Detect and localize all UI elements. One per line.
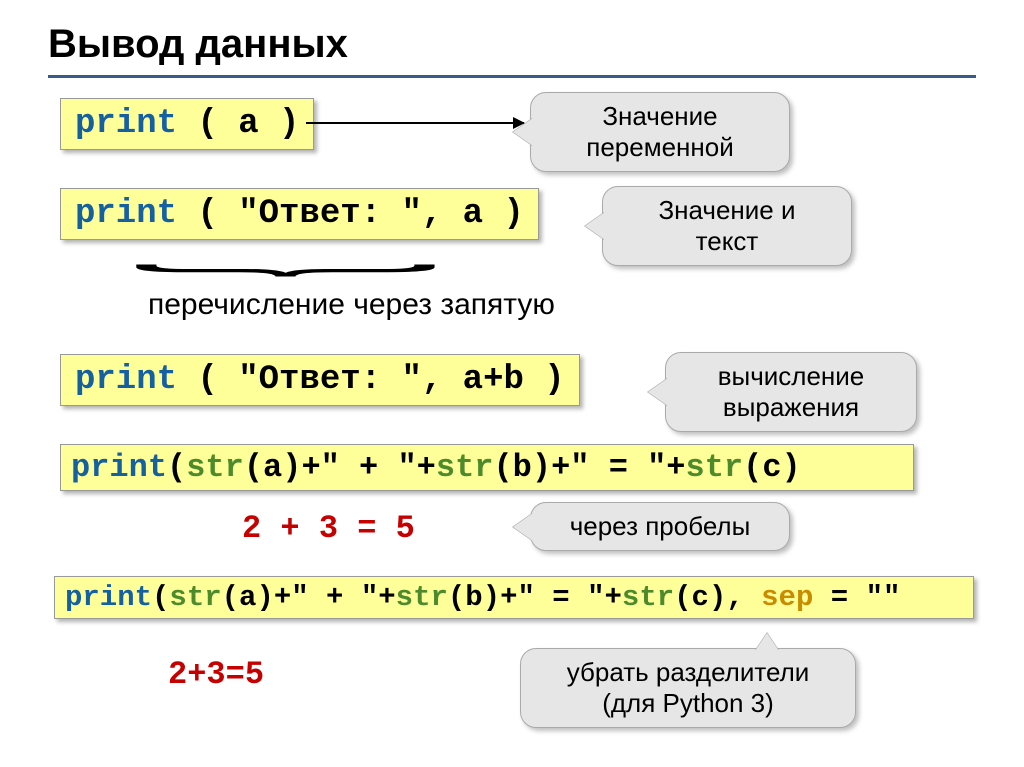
callout-text: убрать разделители (для Python 3) bbox=[567, 657, 810, 718]
keyword-print: print bbox=[75, 361, 177, 399]
output-example-2: 2+3=5 bbox=[168, 656, 264, 693]
keyword-print: print bbox=[71, 449, 167, 486]
arrow-to-callout-1 bbox=[306, 122, 524, 124]
callout-spaces: через пробелы bbox=[530, 502, 790, 551]
callout-tail bbox=[513, 513, 533, 541]
callout-tail bbox=[585, 212, 605, 240]
callout-expression: вычисление выражения bbox=[665, 352, 917, 432]
keyword-print: print bbox=[75, 105, 177, 143]
page-title: Вывод данных bbox=[48, 22, 348, 67]
callout-text: Значение и текст bbox=[658, 195, 795, 256]
callout-tail bbox=[513, 118, 533, 146]
keyword-print: print bbox=[65, 581, 152, 614]
output-example-1: 2 + 3 = 5 bbox=[242, 510, 415, 547]
code-rest: ( a ) bbox=[177, 105, 299, 143]
code-rest: ( "Ответ: ", a ) bbox=[177, 195, 524, 233]
callout-value-and-text: Значение и текст bbox=[602, 186, 852, 266]
brace-icon: } bbox=[123, 264, 483, 277]
callout-variable-value: Значение переменной bbox=[530, 92, 790, 172]
callout-text: вычисление выражения bbox=[718, 361, 865, 422]
title-underline bbox=[48, 75, 976, 78]
codebox-print-str-sep: print(str(a)+" + "+str(b)+" = "+str(c), … bbox=[54, 576, 974, 619]
callout-text: Значение переменной bbox=[586, 101, 734, 162]
callout-remove-sep: убрать разделители (для Python 3) bbox=[520, 648, 856, 728]
codebox-print-str-concat: print(str(a)+" + "+str(b)+" = "+str(c) bbox=[60, 444, 914, 491]
codebox-print-a: print ( a ) bbox=[60, 98, 314, 150]
codebox-print-answer-a: print ( "Ответ: ", a ) bbox=[60, 188, 539, 240]
codebox-print-answer-aplusb: print ( "Ответ: ", a+b ) bbox=[60, 354, 580, 406]
label-enumeration: перечисление через запятую bbox=[148, 288, 555, 322]
callout-tail bbox=[648, 378, 668, 406]
code-rest: ( "Ответ: ", a+b ) bbox=[177, 361, 565, 399]
callout-text: через пробелы bbox=[570, 511, 751, 541]
callout-tail bbox=[755, 633, 779, 651]
keyword-print: print bbox=[75, 195, 177, 233]
